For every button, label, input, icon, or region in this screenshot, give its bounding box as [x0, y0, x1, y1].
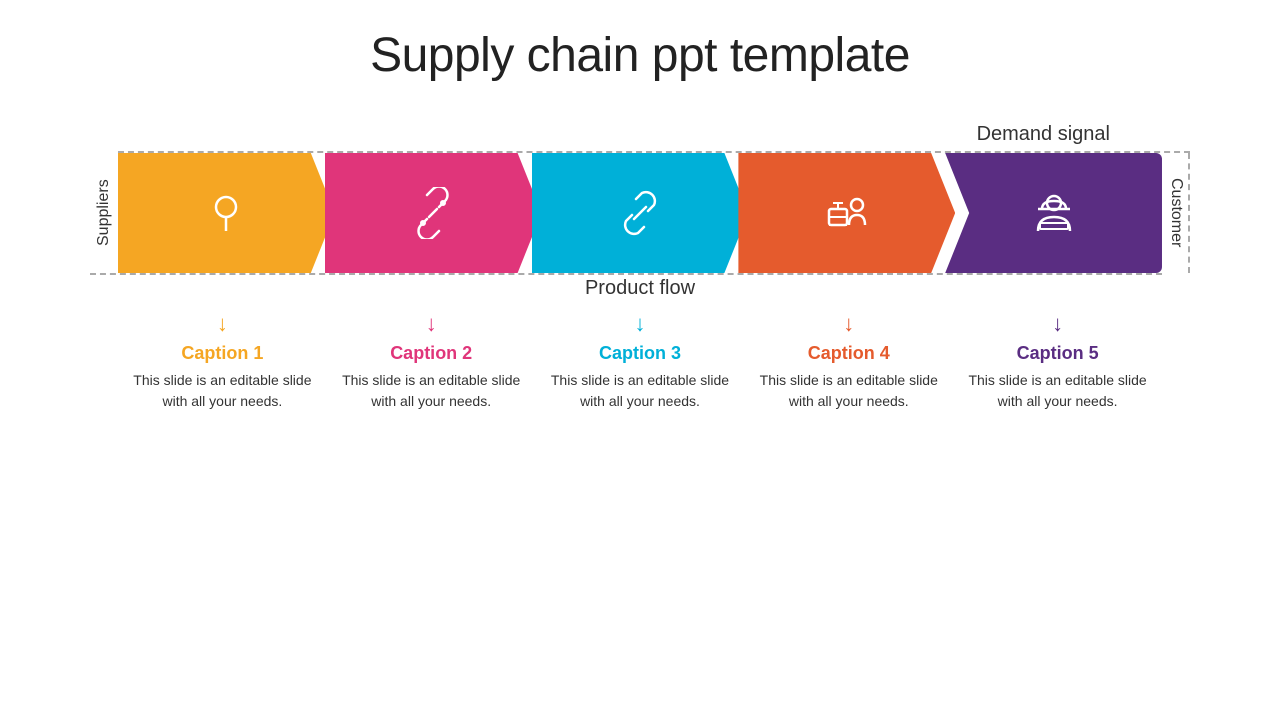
arrow-segment-1	[118, 153, 335, 273]
customer-label: Customer	[1162, 153, 1190, 273]
caption-text-2: This slide is an editable slide with all…	[333, 370, 530, 412]
suppliers-label: Suppliers	[90, 153, 118, 273]
caption-item-1: ↓ Caption 1 This slide is an editable sl…	[118, 311, 327, 412]
main-content: Demand signal Suppliers	[0, 123, 1280, 412]
arrow-segment-5	[945, 153, 1162, 273]
caption-arrow-1: ↓	[217, 311, 228, 337]
caption-item-3: ↓ Caption 3 This slide is an editable sl…	[536, 311, 745, 412]
caption-arrow-2: ↓	[426, 311, 437, 337]
icon-4	[821, 187, 873, 239]
arrow-segment-3	[532, 153, 749, 273]
caption-text-4: This slide is an editable slide with all…	[750, 370, 947, 412]
icon-5	[1028, 187, 1080, 239]
caption-arrow-5: ↓	[1052, 311, 1063, 337]
product-flow-label: Product flow	[585, 277, 695, 300]
caption-text-3: This slide is an editable slide with all…	[542, 370, 739, 412]
arrow-segment-2	[325, 153, 542, 273]
caption-text-5: This slide is an editable slide with all…	[959, 370, 1156, 412]
caption-title-2: Caption 2	[390, 343, 472, 364]
caption-title-1: Caption 1	[181, 343, 263, 364]
caption-title-4: Caption 4	[808, 343, 890, 364]
caption-item-2: ↓ Caption 2 This slide is an editable sl…	[327, 311, 536, 412]
caption-title-5: Caption 5	[1017, 343, 1099, 364]
caption-title-3: Caption 3	[599, 343, 681, 364]
icon-1	[200, 187, 252, 239]
icon-3	[614, 187, 666, 239]
arrow-segment-4	[738, 153, 955, 273]
page-title: Supply chain ppt template	[370, 28, 910, 83]
icon-2	[407, 187, 459, 239]
caption-arrow-4: ↓	[843, 311, 854, 337]
caption-item-5: ↓ Caption 5 This slide is an editable sl…	[953, 311, 1162, 412]
demand-signal-label: Demand signal	[977, 123, 1110, 146]
caption-text-1: This slide is an editable slide with all…	[124, 370, 321, 412]
caption-arrow-3: ↓	[634, 311, 645, 337]
caption-item-4: ↓ Caption 4 This slide is an editable sl…	[744, 311, 953, 412]
border-wrapper: Demand signal Suppliers	[90, 123, 1190, 412]
